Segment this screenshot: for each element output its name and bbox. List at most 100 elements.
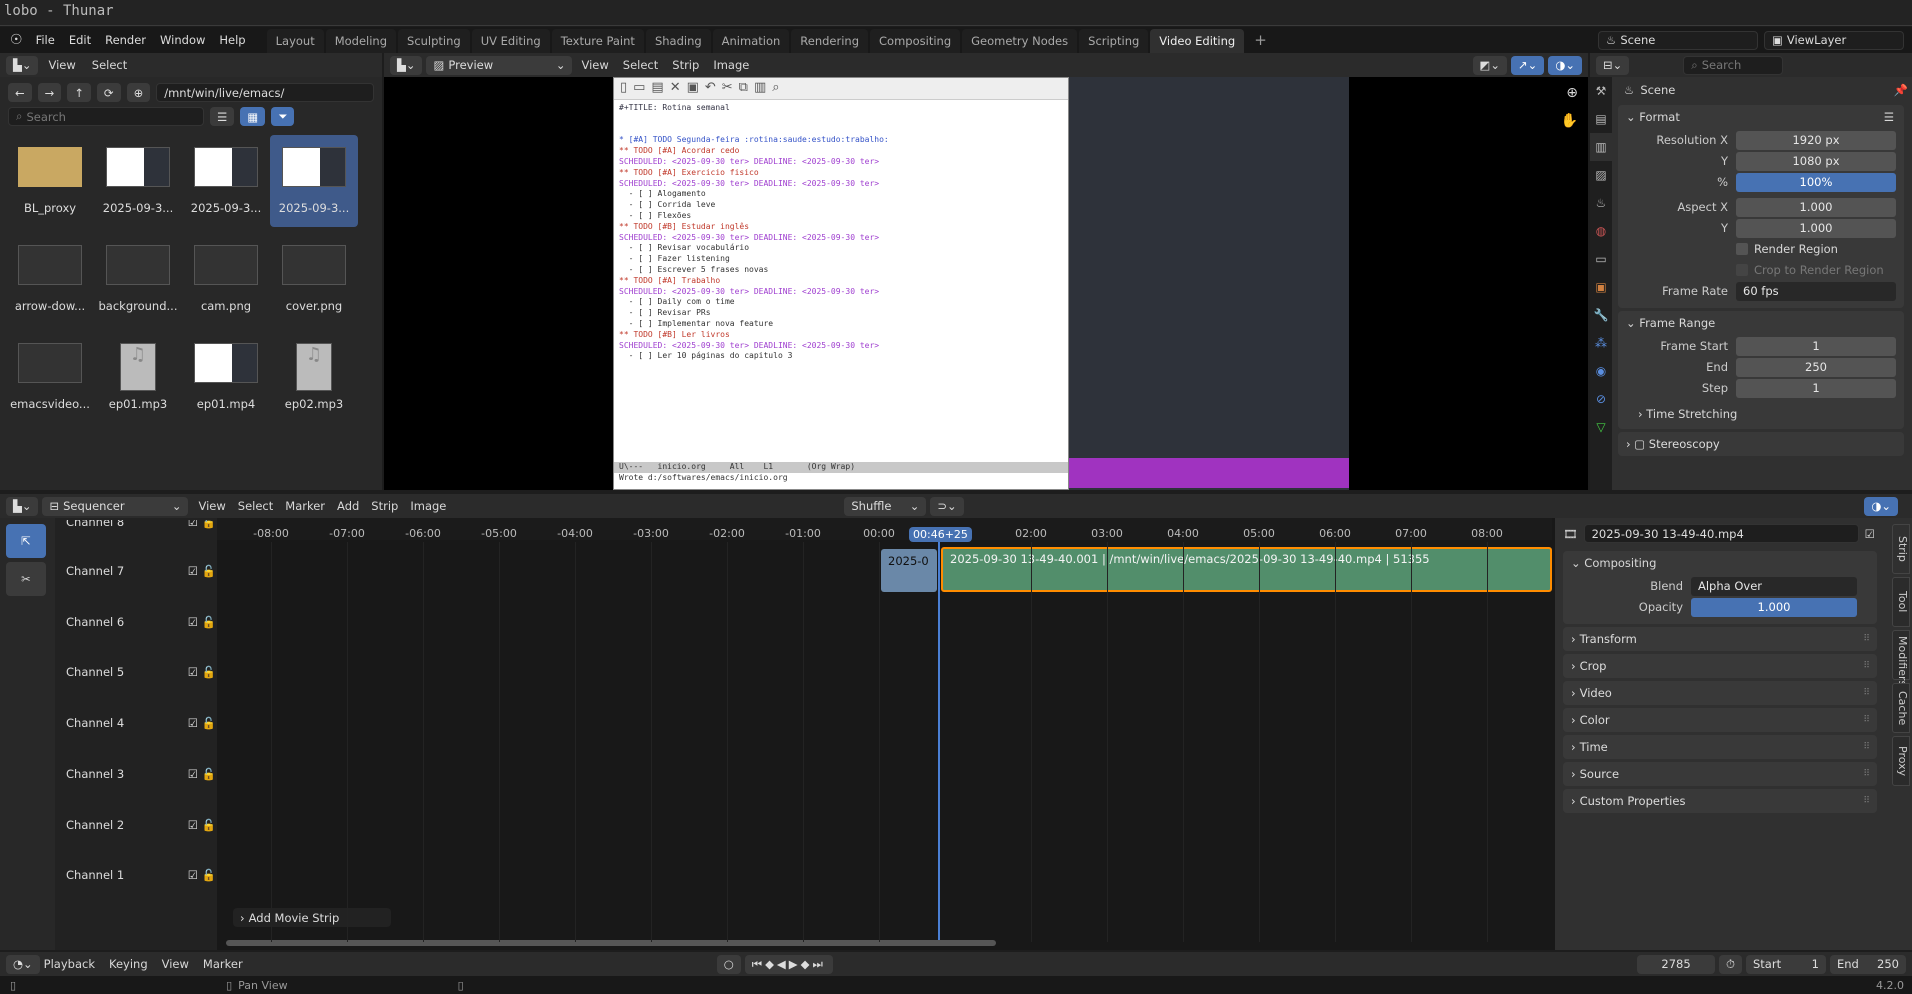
file-item[interactable]: 2025-09-3... (182, 135, 270, 215)
menu-playback[interactable]: Playback (44, 957, 95, 971)
output-tab-icon[interactable]: ▥ (1590, 133, 1612, 161)
pan-hand-icon[interactable]: ✋ (1561, 113, 1578, 129)
drag-handle-icon[interactable]: ⠿ (1863, 742, 1870, 752)
blender-logo-icon[interactable]: ☉ (0, 32, 29, 48)
strip-enabled-checkbox[interactable]: ☑ (1865, 527, 1875, 541)
view-mode-select[interactable]: ▨ Preview ⌄ (426, 55, 573, 75)
editor-type-button[interactable]: ⊟⌄ (1596, 55, 1630, 75)
strip-name-field[interactable]: 2025-09-30 13-49-40.mp4 (1583, 524, 1859, 543)
section-crop[interactable]: › Crop ⠿ (1563, 654, 1877, 678)
file-item[interactable]: ♫ ep01.mp3 (94, 331, 182, 411)
scene-selector[interactable]: ♨ Scene (1598, 30, 1758, 50)
opacity-field[interactable]: 1.000 (1691, 597, 1857, 617)
menu-render[interactable]: Render (98, 33, 153, 47)
menu-file[interactable]: File (29, 33, 62, 47)
tab-proxy[interactable]: Proxy (1892, 736, 1910, 786)
editor-type-button[interactable]: ◔⌄ (6, 954, 40, 974)
tab-layout[interactable]: Layout (266, 29, 324, 53)
menu-strip[interactable]: Strip (371, 499, 398, 513)
menu-marker[interactable]: Marker (203, 957, 243, 971)
frame-rate-select[interactable]: 60 fps (1736, 281, 1896, 301)
channel-mute-lock-icon[interactable]: ☑ 🔓 (188, 767, 216, 781)
start-frame-field[interactable]: Start 1 (1746, 954, 1826, 974)
file-item[interactable]: emacsvideo... (6, 331, 94, 411)
menu-view[interactable]: View (42, 58, 81, 72)
menu-strip[interactable]: Strip (667, 58, 704, 72)
menu-window[interactable]: Window (153, 33, 212, 47)
tab-strip[interactable]: Strip (1892, 524, 1910, 574)
channel-mute-lock-icon[interactable]: ☑ 🔓 (188, 665, 216, 679)
menu-view[interactable]: View (198, 499, 225, 513)
aspect-x-field[interactable]: 1.000 (1736, 197, 1896, 217)
image-strip[interactable]: 2025-0 (881, 549, 937, 592)
search-input[interactable]: ⌕ Search (8, 107, 204, 126)
frame-end-field[interactable]: 250 (1736, 357, 1896, 377)
menu-select[interactable]: Select (86, 58, 133, 72)
tab-modifiers[interactable]: Modifiers (1892, 630, 1910, 686)
view-layer-tab-icon[interactable]: ▨ (1590, 161, 1612, 189)
modifier-tab-icon[interactable]: 🔧 (1590, 301, 1612, 329)
drag-handle-icon[interactable]: ⠿ (1863, 796, 1870, 806)
display-channel-button[interactable]: ◩⌄ (1472, 55, 1508, 75)
add-movie-strip-button[interactable]: › Add Movie Strip (233, 908, 391, 927)
tab-compositing[interactable]: Compositing (870, 29, 961, 53)
tab-tool[interactable]: Tool (1892, 577, 1910, 627)
playhead-label[interactable]: 00:46+25 (909, 527, 972, 542)
blend-select[interactable]: Alpha Over (1691, 576, 1857, 596)
presets-icon[interactable]: ☰ (1884, 110, 1894, 124)
tab-sculpting[interactable]: Sculpting (398, 29, 470, 53)
refresh-button[interactable]: ⟳ (96, 83, 121, 102)
tab-shading[interactable]: Shading (645, 29, 711, 53)
resolution-percent-field[interactable]: 100% (1736, 172, 1896, 192)
crop-checkbox[interactable] (1736, 264, 1748, 276)
section-transform[interactable]: › Transform ⠿ (1563, 627, 1877, 651)
frame-step-field[interactable]: 1 (1736, 378, 1896, 398)
collection-tab-icon[interactable]: ▭ (1590, 245, 1612, 273)
properties-search[interactable]: ⌕ Search (1683, 55, 1784, 75)
menu-view[interactable]: View (576, 58, 613, 72)
frame-start-field[interactable]: 1 (1736, 336, 1896, 356)
gizmo-button[interactable]: ↗⌄ (1511, 55, 1545, 75)
file-item[interactable]: ♫ ep02.mp3 (270, 331, 358, 411)
current-frame-field[interactable]: 2785 (1637, 954, 1716, 974)
pin-icon[interactable]: 📌 (1894, 83, 1908, 97)
file-item[interactable]: 2025-09-3... (94, 135, 182, 215)
object-tab-icon[interactable]: ▣ (1590, 273, 1612, 301)
compositing-header[interactable]: ⌄ Compositing (1563, 551, 1877, 575)
auto-keying-button[interactable]: ○ (716, 954, 741, 974)
file-item[interactable]: 2025-09-3... (270, 135, 358, 227)
drag-handle-icon[interactable]: ⠿ (1863, 715, 1870, 725)
drag-handle-icon[interactable]: ⠿ (1863, 688, 1870, 698)
view-type-select[interactable]: ⊟ Sequencer ⌄ (42, 496, 189, 516)
tab-texture-paint[interactable]: Texture Paint (551, 29, 644, 53)
section-source[interactable]: › Source ⠿ (1563, 762, 1877, 786)
render-region-checkbox[interactable] (1736, 243, 1748, 255)
world-tab-icon[interactable]: ◍ (1590, 217, 1612, 245)
menu-image[interactable]: Image (410, 499, 446, 513)
time-stretching-subpanel[interactable]: › Time Stretching (1618, 404, 1904, 424)
menu-view[interactable]: View (162, 957, 189, 971)
menu-edit[interactable]: Edit (62, 33, 98, 47)
channel-mute-lock-icon[interactable]: ☑ 🔓 (188, 818, 216, 832)
channel-mute-lock-icon[interactable]: ☑ 🔓 (188, 520, 216, 530)
menu-select[interactable]: Select (618, 58, 663, 72)
menu-help[interactable]: Help (212, 33, 252, 47)
tab-video-editing[interactable]: Video Editing (1150, 29, 1245, 53)
overlay-button[interactable]: ◑⌄ (1548, 55, 1582, 75)
drag-handle-icon[interactable]: ⠿ (1863, 769, 1870, 779)
end-frame-field[interactable]: End 250 (1830, 954, 1906, 974)
tab-uv-editing[interactable]: UV Editing (471, 29, 550, 53)
file-item[interactable]: ep01.mp4 (182, 331, 270, 411)
tab-scripting[interactable]: Scripting (1079, 29, 1149, 53)
blade-tool-icon[interactable]: ✂ (6, 562, 46, 596)
new-folder-button[interactable]: ⊕ (126, 83, 151, 102)
resolution-y-field[interactable]: 1080 px (1736, 151, 1896, 171)
back-button[interactable]: ← (8, 83, 32, 102)
parent-dir-button[interactable]: ↑ (67, 83, 91, 102)
menu-keying[interactable]: Keying (109, 957, 148, 971)
tab-modeling[interactable]: Modeling (325, 29, 397, 53)
physics-tab-icon[interactable]: ◉ (1590, 357, 1612, 385)
forward-button[interactable]: → (37, 83, 62, 102)
section-video[interactable]: › Video ⠿ (1563, 681, 1877, 705)
scene-tab-icon[interactable]: ♨ (1590, 189, 1612, 217)
